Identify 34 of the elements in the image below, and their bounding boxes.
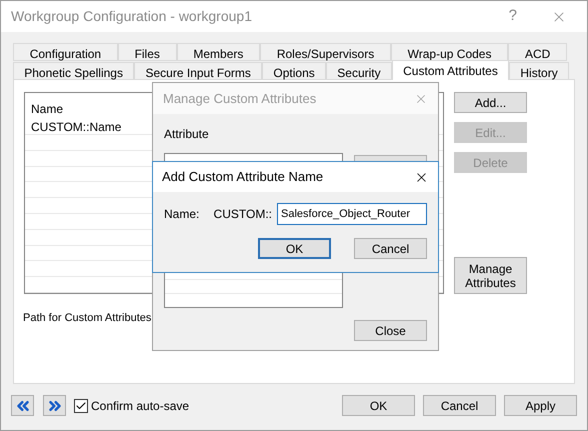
dialog-title: Manage Custom Attributes xyxy=(163,90,318,108)
footer-button[interactable]: Apply xyxy=(504,395,577,416)
checkbox-label: Confirm auto-save xyxy=(91,398,190,414)
dialog-title: Add Custom Attribute Name xyxy=(162,168,324,186)
previous-button[interactable] xyxy=(11,395,34,416)
tab[interactable]: Configuration xyxy=(13,43,118,61)
name-label: Name: xyxy=(164,206,200,223)
footer-button[interactable]: Cancel xyxy=(423,395,496,416)
tab[interactable]: Phonetic Spellings xyxy=(13,62,134,80)
prefix-label: CUSTOM:: xyxy=(214,206,272,223)
tab[interactable]: Custom Attributes xyxy=(392,60,510,80)
checkmark-icon xyxy=(75,400,87,412)
tab[interactable]: History xyxy=(509,62,569,80)
tab[interactable]: Files xyxy=(118,43,177,61)
tab[interactable]: Secure Input Forms xyxy=(134,62,262,80)
name-input[interactable]: Salesforce_Object_Router xyxy=(277,203,427,225)
tab[interactable]: Wrap-up Codes xyxy=(390,43,508,61)
add-button[interactable]: Add... xyxy=(454,92,527,113)
tab[interactable]: Members xyxy=(176,43,260,61)
dialog-button[interactable]: Cancel xyxy=(354,238,427,259)
section-label: Attribute xyxy=(164,126,210,143)
dialog-button[interactable]: OK xyxy=(258,238,331,259)
tab[interactable]: Options xyxy=(262,62,326,80)
footer-button[interactable]: OK xyxy=(342,395,415,416)
window-title: Workgroup Configuration - workgroup1 xyxy=(11,7,253,26)
next-button[interactable] xyxy=(43,395,66,416)
tab[interactable]: Roles/Supervisors xyxy=(260,43,391,61)
tab[interactable]: ACD xyxy=(508,43,568,61)
path-label: Path for Custom Attributes xyxy=(23,311,152,326)
close-button[interactable]: Close xyxy=(354,320,427,341)
list-header: Name xyxy=(31,102,64,116)
tab[interactable]: Security xyxy=(326,62,392,80)
manage-attributes-button[interactable]: Manage Attributes xyxy=(454,257,527,294)
confirm-autosave-checkbox[interactable] xyxy=(74,398,88,412)
